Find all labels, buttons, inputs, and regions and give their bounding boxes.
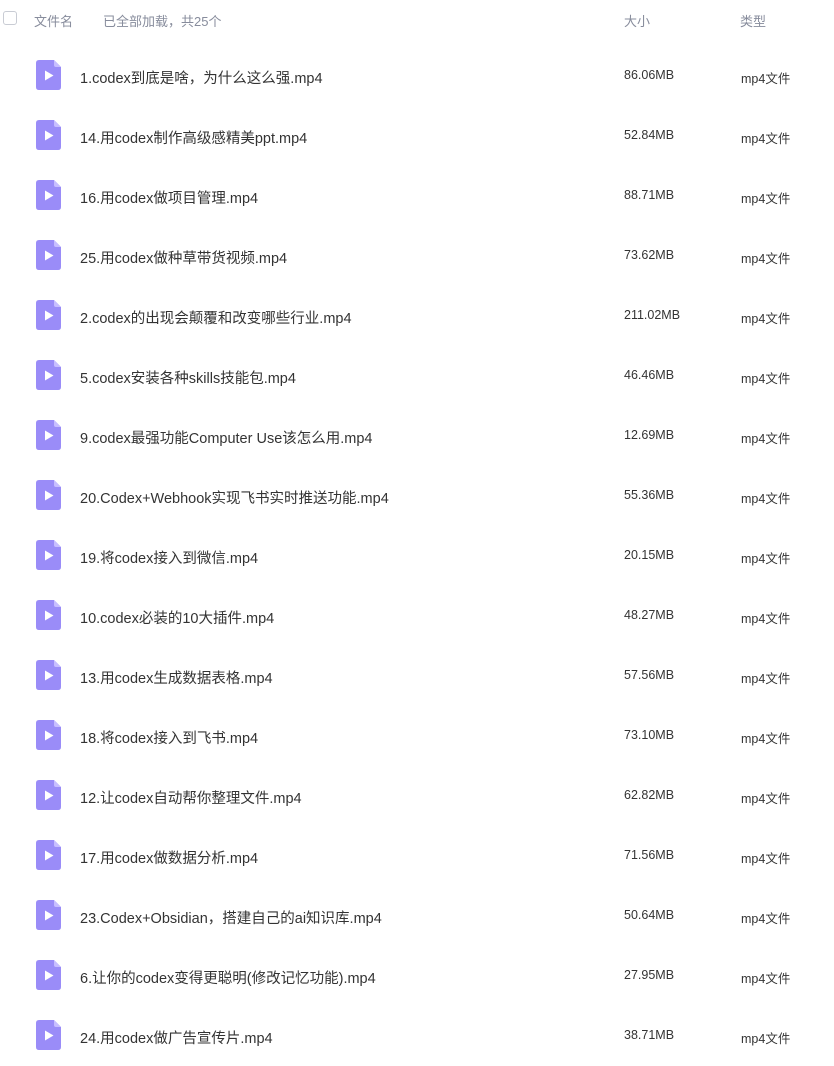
file-row[interactable]: 2.codex的出现会颠覆和改变哪些行业.mp4 211.02MB mp4文件: [0, 286, 834, 346]
file-name[interactable]: 19.将codex接入到微信.mp4: [80, 547, 258, 568]
file-size: 62.82MB: [624, 788, 675, 802]
file-row[interactable]: 6.让你的codex变得更聪明(修改记忆功能).mp4 27.95MB mp4文件: [0, 946, 834, 1006]
file-size: 211.02MB: [624, 308, 681, 322]
file-type: mp4文件: [741, 72, 791, 86]
file-row[interactable]: 12.让codex自动帮你整理文件.mp4 62.82MB mp4文件: [0, 766, 834, 826]
video-file-icon: [36, 900, 61, 930]
loaded-count-text: 已全部加载，共25个: [103, 14, 222, 29]
file-name[interactable]: 23.Codex+Obsidian，搭建自己的ai知识库.mp4: [80, 907, 382, 928]
file-row[interactable]: 20.Codex+Webhook实现飞书实时推送功能.mp4 55.36MB mp4…: [0, 466, 834, 526]
file-name[interactable]: 20.Codex+Webhook实现飞书实时推送功能.mp4: [80, 487, 389, 508]
file-type: mp4文件: [741, 732, 791, 746]
file-row[interactable]: 17.用codex做数据分析.mp4 71.56MB mp4文件: [0, 826, 834, 886]
file-size: 71.56MB: [624, 848, 675, 862]
video-file-icon: [36, 180, 61, 210]
file-row[interactable]: 14.用codex制作高级感精美ppt.mp4 52.84MB mp4文件: [0, 106, 834, 166]
file-size: 73.62MB: [624, 248, 675, 262]
video-file-icon: [36, 540, 61, 570]
file-name[interactable]: 9.codex最强功能Computer Use该怎么用.mp4: [80, 427, 373, 448]
file-size: 88.71MB: [624, 188, 675, 202]
file-row[interactable]: 1.codex到底是啥，为什么这么强.mp4 86.06MB mp4文件: [0, 46, 834, 106]
video-file-icon: [36, 420, 61, 450]
file-name[interactable]: 2.codex的出现会颠覆和改变哪些行业.mp4: [80, 307, 352, 328]
file-type: mp4文件: [741, 792, 791, 806]
video-file-icon: [36, 480, 61, 510]
file-type: mp4文件: [741, 672, 791, 686]
file-list: 1.codex到底是啥，为什么这么强.mp4 86.06MB mp4文件 14.用co…: [0, 46, 834, 1066]
file-type: mp4文件: [741, 252, 791, 266]
file-type: mp4文件: [741, 492, 791, 506]
file-name[interactable]: 25.用codex做种草带货视频.mp4: [80, 247, 287, 268]
file-size: 73.10MB: [624, 728, 675, 742]
file-name[interactable]: 14.用codex制作高级感精美ppt.mp4: [80, 127, 307, 148]
file-type: mp4文件: [741, 132, 791, 146]
file-row[interactable]: 19.将codex接入到微信.mp4 20.15MB mp4文件: [0, 526, 834, 586]
select-all-checkbox[interactable]: [3, 11, 17, 25]
column-header-name[interactable]: 文件名: [34, 11, 73, 30]
file-row[interactable]: 13.用codex生成数据表格.mp4 57.56MB mp4文件: [0, 646, 834, 706]
file-row[interactable]: 16.用codex做项目管理.mp4 88.71MB mp4文件: [0, 166, 834, 226]
file-row[interactable]: 23.Codex+Obsidian，搭建自己的ai知识库.mp4 50.64MB m…: [0, 886, 834, 946]
file-row[interactable]: 10.codex必装的10大插件.mp4 48.27MB mp4文件: [0, 586, 834, 646]
file-list-header: 文件名 已全部加载，共25个 大小 类型: [0, 0, 834, 38]
file-type: mp4文件: [741, 552, 791, 566]
file-size: 20.15MB: [624, 548, 675, 562]
file-size: 27.95MB: [624, 968, 675, 982]
file-row[interactable]: 18.将codex接入到飞书.mp4 73.10MB mp4文件: [0, 706, 834, 766]
file-type: mp4文件: [741, 432, 791, 446]
column-header-type[interactable]: 类型: [740, 11, 766, 30]
file-name[interactable]: 5.codex安装各种skills技能包.mp4: [80, 367, 296, 388]
file-size: 57.56MB: [624, 668, 675, 682]
video-file-icon: [36, 360, 61, 390]
file-row[interactable]: 24.用codex做广告宣传片.mp4 38.71MB mp4文件: [0, 1006, 834, 1066]
video-file-icon: [36, 840, 61, 870]
file-type: mp4文件: [741, 1032, 791, 1046]
file-row[interactable]: 5.codex安装各种skills技能包.mp4 46.46MB mp4文件: [0, 346, 834, 406]
video-file-icon: [36, 60, 61, 90]
file-size: 86.06MB: [624, 68, 675, 82]
video-file-icon: [36, 780, 61, 810]
file-size: 48.27MB: [624, 608, 675, 622]
file-name[interactable]: 6.让你的codex变得更聪明(修改记忆功能).mp4: [80, 967, 376, 988]
file-type: mp4文件: [741, 852, 791, 866]
file-size: 46.46MB: [624, 368, 675, 382]
file-name[interactable]: 16.用codex做项目管理.mp4: [80, 187, 258, 208]
video-file-icon: [36, 1020, 61, 1050]
file-size: 55.36MB: [624, 488, 675, 502]
file-type: mp4文件: [741, 912, 791, 926]
file-size: 52.84MB: [624, 128, 675, 142]
video-file-icon: [36, 660, 61, 690]
file-type: mp4文件: [741, 312, 791, 326]
file-type: mp4文件: [741, 372, 791, 386]
video-file-icon: [36, 240, 61, 270]
video-file-icon: [36, 720, 61, 750]
video-file-icon: [36, 960, 61, 990]
file-name[interactable]: 10.codex必装的10大插件.mp4: [80, 607, 274, 628]
file-size: 12.69MB: [624, 428, 675, 442]
video-file-icon: [36, 300, 61, 330]
file-name[interactable]: 18.将codex接入到飞书.mp4: [80, 727, 258, 748]
file-type: mp4文件: [741, 612, 791, 626]
file-size: 38.71MB: [624, 1028, 675, 1042]
file-name[interactable]: 1.codex到底是啥，为什么这么强.mp4: [80, 67, 323, 88]
file-row[interactable]: 25.用codex做种草带货视频.mp4 73.62MB mp4文件: [0, 226, 834, 286]
video-file-icon: [36, 120, 61, 150]
column-header-size[interactable]: 大小: [624, 11, 650, 30]
video-file-icon: [36, 600, 61, 630]
file-name[interactable]: 13.用codex生成数据表格.mp4: [80, 667, 273, 688]
file-name[interactable]: 24.用codex做广告宣传片.mp4: [80, 1027, 273, 1048]
file-name[interactable]: 17.用codex做数据分析.mp4: [80, 847, 258, 868]
file-type: mp4文件: [741, 972, 791, 986]
file-row[interactable]: 9.codex最强功能Computer Use该怎么用.mp4 12.69MB mp…: [0, 406, 834, 466]
file-name[interactable]: 12.让codex自动帮你整理文件.mp4: [80, 787, 302, 808]
file-size: 50.64MB: [624, 908, 675, 922]
file-type: mp4文件: [741, 192, 791, 206]
